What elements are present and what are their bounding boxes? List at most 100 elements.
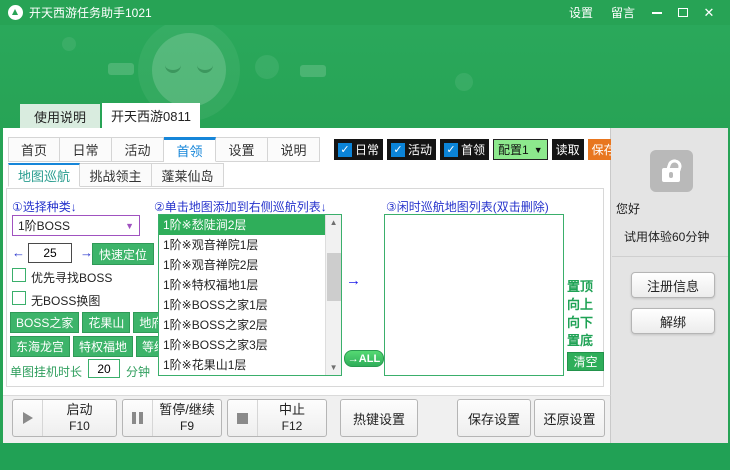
app-logo-icon (8, 5, 23, 20)
config-select-value: 配置1 (498, 141, 529, 158)
afk-duration-unit: 分钟 (126, 363, 150, 380)
no-boss-switch-checkbox[interactable] (12, 291, 26, 305)
pause-label: 暂停/继续 (159, 402, 215, 417)
bottom-status-bar (0, 443, 730, 470)
tequan-fudi-button[interactable]: 特权福地 (73, 336, 133, 357)
huaguoshan-button[interactable]: 花果山 (82, 312, 130, 333)
map-items: 1阶※愁陡涧2层 1阶※观音禅院1层 1阶※观音禅院2层 1阶※特权福地1层 1… (159, 215, 325, 375)
afk-duration-input[interactable] (88, 359, 120, 378)
minimize-button[interactable] (644, 0, 670, 25)
read-config-button[interactable]: 读取 (552, 139, 584, 160)
tab-daily[interactable]: 日常 (60, 137, 112, 162)
tab-home[interactable]: 首页 (8, 137, 60, 162)
quick-map-row-1: BOSS之家 花果山 地府 (10, 312, 169, 333)
step1-label: ①选择种类↓ (12, 198, 77, 215)
module-toolbar: ✓ 日常 ✓ 活动 ✓ 首领 配置1 ▼ 读取 保存 (334, 139, 620, 160)
stop-hotkey: F12 (282, 419, 303, 433)
find-boss-first-checkbox[interactable] (12, 268, 26, 282)
pause-hotkey: F9 (180, 419, 194, 433)
category-select[interactable]: 1阶BOSS ▼ (12, 215, 140, 236)
list-item[interactable]: 1阶※BOSS之家1层 (159, 295, 325, 315)
start-label: 启动 (66, 402, 92, 417)
tab-game-window[interactable]: 开天西游0811 (102, 103, 200, 128)
checked-checkbox-icon[interactable]: ✓ (391, 143, 405, 157)
titlebar: 开天西游任务助手1021 设置 留言 ✕ (0, 0, 730, 25)
stop-button[interactable]: 中止 F12 (227, 399, 327, 437)
checked-checkbox-icon[interactable]: ✓ (338, 143, 352, 157)
list-item[interactable]: 1阶※BOSS之家2层 (159, 315, 325, 335)
start-button[interactable]: 启动 F10 (12, 399, 117, 437)
move-up-button[interactable]: 向上 (567, 294, 593, 313)
page-prev-arrow[interactable]: ← (12, 245, 25, 260)
tab-boss[interactable]: 首领 (164, 137, 216, 162)
pause-icon (123, 400, 153, 436)
list-item[interactable]: 1阶※愁陡涧2层 (159, 215, 325, 235)
titlebar-message-button[interactable]: 留言 (611, 4, 635, 21)
category-select-value: 1阶BOSS (18, 217, 70, 234)
boss-home-button[interactable]: BOSS之家 (10, 312, 79, 333)
subtab-challenge-lord[interactable]: 挑战领主 (80, 163, 152, 187)
add-all-button[interactable]: →ALL (344, 350, 384, 367)
pause-resume-button[interactable]: 暂停/继续 F9 (122, 399, 222, 437)
activity-module-label: 活动 (408, 141, 432, 158)
main-tab-bar: 首页 日常 活动 首领 设置 说明 (8, 137, 320, 162)
list-item[interactable]: 1阶※观音禅院2层 (159, 255, 325, 275)
minimize-icon (652, 12, 662, 14)
restore-settings-button[interactable]: 还原设置 (534, 399, 605, 437)
checked-checkbox-icon[interactable]: ✓ (444, 143, 458, 157)
find-boss-first-label[interactable]: 优先寻找BOSS (31, 269, 112, 286)
daily-module-toggle[interactable]: ✓ 日常 (334, 139, 383, 160)
chevron-down-icon: ▼ (125, 221, 134, 231)
chevron-down-icon: ▼ (534, 145, 543, 155)
greeting-text: 您好 (616, 200, 640, 217)
subtab-penglai-island[interactable]: 蓬莱仙岛 (152, 163, 224, 187)
stop-label: 中止 (279, 402, 305, 417)
window-title: 开天西游任务助手1021 (29, 4, 152, 21)
list-item[interactable]: 1阶※BOSS之家3层 (159, 335, 325, 355)
stop-icon (228, 400, 258, 436)
close-button[interactable]: ✕ (696, 0, 722, 25)
sub-tab-bar: 地图巡航 挑战领主 蓬莱仙岛 (8, 163, 224, 187)
cruise-listbox[interactable] (384, 214, 564, 376)
start-hotkey: F10 (69, 419, 90, 433)
titlebar-settings-button[interactable]: 设置 (569, 4, 593, 21)
hotkey-settings-button[interactable]: 热键设置 (340, 399, 418, 437)
maximize-button[interactable] (670, 0, 696, 25)
move-bottom-button[interactable]: 置底 (567, 330, 593, 349)
clear-list-button[interactable]: 清空 (567, 352, 604, 371)
move-top-button[interactable]: 置顶 (567, 276, 593, 295)
scroll-down-icon[interactable]: ▼ (326, 360, 341, 375)
maximize-icon (678, 8, 688, 17)
subtab-map-cruise[interactable]: 地图巡航 (8, 163, 80, 187)
step3-label: ③闲时巡航地图列表(双击删除) (386, 198, 549, 215)
scroll-up-icon[interactable]: ▲ (326, 215, 341, 230)
map-list-scrollbar[interactable]: ▲ ▼ (325, 215, 341, 375)
scrollbar-thumb[interactable] (327, 253, 341, 301)
move-down-button[interactable]: 向下 (567, 312, 593, 331)
list-item[interactable]: 1阶※花果山1层 (159, 355, 325, 375)
tab-settings[interactable]: 设置 (216, 137, 268, 162)
boss-module-toggle[interactable]: ✓ 首领 (440, 139, 489, 160)
list-item[interactable]: 1阶※特权福地1层 (159, 275, 325, 295)
config-select[interactable]: 配置1 ▼ (493, 139, 548, 160)
afk-duration-label: 单图挂机时长 (10, 363, 82, 380)
transfer-arrow-icon: → (346, 272, 361, 289)
register-info-button[interactable]: 注册信息 (631, 272, 715, 298)
save-settings-button[interactable]: 保存设置 (457, 399, 531, 437)
map-listbox: 1阶※愁陡涧2层 1阶※观音禅院1层 1阶※观音禅院2层 1阶※特权福地1层 1… (158, 214, 342, 376)
quick-locate-button[interactable]: 快速定位 (92, 243, 154, 265)
trial-status-text: 试用体验60分钟 (624, 228, 709, 245)
quick-map-row-2: 东海龙宫 特权福地 等级 (10, 336, 172, 357)
page-number-input[interactable] (28, 243, 72, 263)
unbind-button[interactable]: 解绑 (631, 308, 715, 334)
step2-label: ②单击地图添加到右侧巡航列表↓ (154, 198, 327, 215)
daily-module-label: 日常 (355, 141, 379, 158)
no-boss-switch-label[interactable]: 无BOSS换图 (31, 292, 100, 309)
activity-module-toggle[interactable]: ✓ 活动 (387, 139, 436, 160)
boss-module-label: 首领 (461, 141, 485, 158)
tab-instructions[interactable]: 说明 (268, 137, 320, 162)
list-item[interactable]: 1阶※观音禅院1层 (159, 235, 325, 255)
tab-activity[interactable]: 活动 (112, 137, 164, 162)
donghai-longgong-button[interactable]: 东海龙宫 (10, 336, 70, 357)
tab-usage-help[interactable]: 使用说明 (20, 104, 100, 128)
